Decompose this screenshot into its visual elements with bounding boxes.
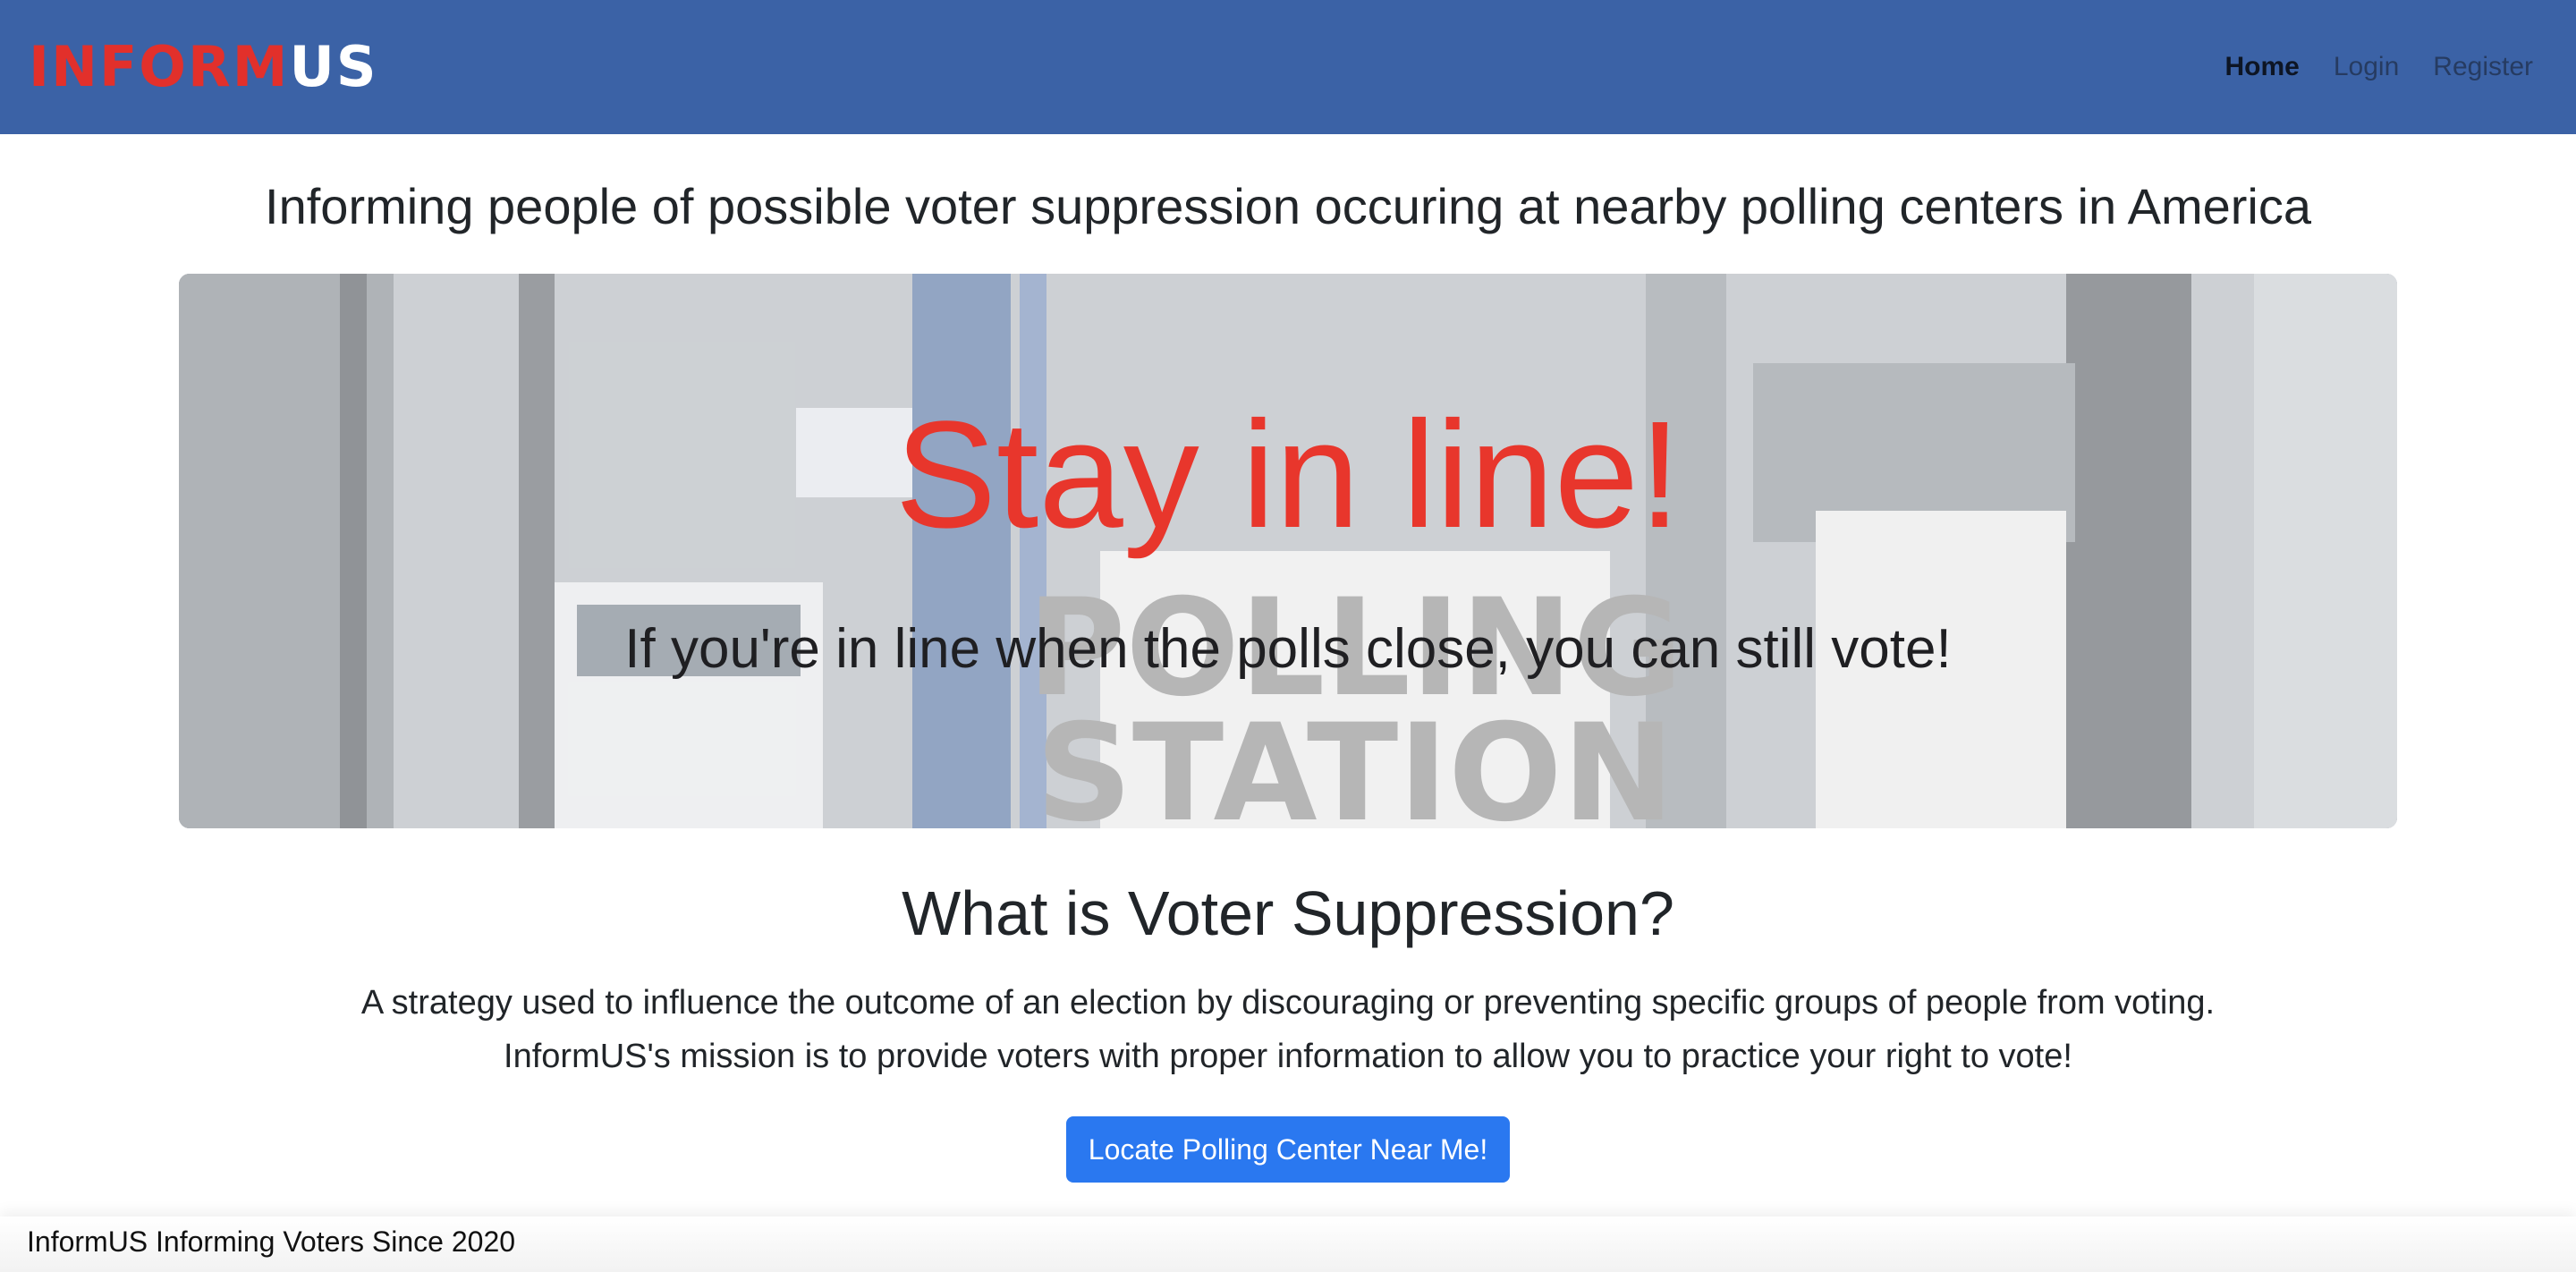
nav-register-link[interactable]: Register xyxy=(2433,52,2533,82)
locate-polling-center-button[interactable]: Locate Polling Center Near Me! xyxy=(1066,1116,1510,1183)
page-headline: Informing people of possible voter suppr… xyxy=(265,178,2311,234)
nav-home-link[interactable]: Home xyxy=(2225,52,2300,82)
nav-login-link[interactable]: Login xyxy=(2334,52,2399,82)
hero-title: Stay in line! xyxy=(894,390,1682,560)
section-title: What is Voter Suppression? xyxy=(902,878,1674,948)
footer: InformUS Informing Voters Since 2020 xyxy=(0,1217,2576,1272)
brand-part-us: US xyxy=(289,34,378,99)
hero-subtitle: If you're in line when the polls close, … xyxy=(624,618,1952,680)
footer-text: InformUS Informing Voters Since 2020 xyxy=(27,1225,516,1258)
brand-part-inform: INFORM xyxy=(29,34,290,99)
nav-links: Home Login Register xyxy=(2191,52,2533,82)
brand-logo[interactable]: INFORMUS xyxy=(29,39,377,95)
section-description-line1: A strategy used to influence the outcome… xyxy=(360,984,2216,1022)
navbar: INFORMUS Home Login Register xyxy=(0,0,2576,134)
section-description-line2: InformUS's mission is to provide voters … xyxy=(504,1038,2072,1075)
hero-banner: POLLING STATION Stay in line! If you're … xyxy=(179,274,2397,828)
